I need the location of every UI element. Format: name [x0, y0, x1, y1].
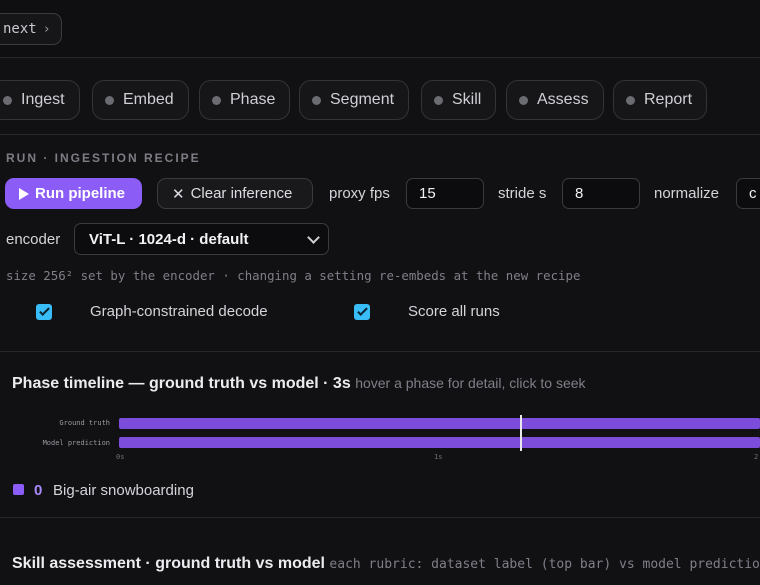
ground-truth-phase-bar[interactable]	[119, 418, 760, 429]
tab-embed[interactable]: Embed	[92, 80, 189, 120]
graph-decode-label: Graph-constrained decode	[90, 303, 268, 320]
timeline-subtitle: hover a phase for detail, click to seek	[355, 375, 586, 391]
legend-swatch	[13, 484, 24, 495]
normalize-select[interactable]: c	[736, 178, 760, 209]
proxy-fps-input[interactable]: 15	[406, 178, 484, 209]
tab-label: Ingest	[21, 91, 65, 108]
skill-subtitle: each rubric: dataset label (top bar) vs …	[329, 557, 760, 572]
timeline-title: Phase timeline — ground truth vs model ·…	[12, 375, 586, 393]
close-icon: ✕	[172, 185, 185, 203]
skill-title: Skill assessment · ground truth vs model…	[12, 555, 760, 573]
ingestion-recipe-panel: RUN · INGESTION RECIPE Run pipeline ✕ Cl…	[0, 136, 760, 352]
tab-label: Embed	[123, 91, 174, 108]
checkmark-icon	[38, 305, 50, 316]
status-dot-icon	[105, 95, 114, 105]
tab-label: Report	[644, 91, 693, 108]
next-label: next	[3, 21, 37, 37]
section-label: RUN · INGESTION RECIPE	[6, 151, 201, 165]
status-dot-icon	[212, 95, 221, 105]
legend-index: 0	[34, 482, 43, 499]
legend-phase-name: Big-air snowboarding	[53, 482, 194, 499]
play-icon	[19, 187, 29, 200]
encoder-select[interactable]: ViT-L · 1024-d · default	[74, 223, 329, 255]
axis-tick: 1s	[434, 453, 443, 461]
score-all-label: Score all runs	[408, 303, 500, 320]
skill-heading: Skill assessment · ground truth vs model	[12, 555, 325, 572]
tab-report[interactable]: Report	[613, 80, 708, 120]
axis-tick: 0s	[116, 453, 125, 461]
skill-assessment-panel: Skill assessment · ground truth vs model…	[0, 519, 760, 585]
top-bar: next ›	[0, 0, 760, 58]
model-prediction-phase-bar[interactable]	[119, 437, 760, 448]
normalize-value: c	[749, 185, 757, 202]
score-all-checkbox[interactable]	[354, 304, 370, 320]
checkmark-icon	[356, 305, 368, 316]
phase-timeline-panel: Phase timeline — ground truth vs model ·…	[0, 353, 760, 518]
encoder-hint: size 256² set by the encoder · changing …	[6, 268, 581, 283]
timeline-heading: Phase timeline — ground truth vs model ·…	[12, 375, 351, 392]
status-dot-icon	[626, 95, 635, 105]
clear-inference-button[interactable]: ✕ Clear inference	[157, 178, 313, 209]
tab-segment[interactable]: Segment	[299, 80, 410, 120]
encoder-value: ViT-L · 1024-d · default	[89, 230, 249, 248]
track-label-ground-truth: Ground truth	[59, 419, 110, 427]
playhead-cursor[interactable]	[520, 415, 522, 451]
stride-value: 8	[575, 185, 584, 202]
status-dot-icon	[312, 95, 321, 105]
normalize-label: normalize	[654, 185, 720, 202]
proxy-fps-value: 15	[419, 185, 436, 202]
track-label-model-prediction: Model prediction	[42, 439, 110, 447]
status-dot-icon	[519, 95, 528, 105]
tab-label: Skill	[452, 91, 482, 108]
status-dot-icon	[3, 95, 12, 105]
stride-input[interactable]: 8	[562, 178, 640, 209]
axis-tick: 2	[754, 453, 759, 461]
encoder-label: encoder	[6, 231, 61, 248]
proxy-fps-label: proxy fps	[329, 185, 390, 202]
tab-label: Phase	[230, 91, 276, 108]
chevron-right-icon: ›	[42, 21, 51, 37]
tab-phase[interactable]: Phase	[199, 80, 291, 120]
tab-ingest[interactable]: Ingest	[0, 80, 80, 120]
tab-label: Assess	[537, 91, 589, 108]
pipeline-tabs: Ingest Embed Phase Segment Skill Assess …	[0, 59, 760, 135]
chevron-down-icon	[307, 231, 320, 244]
clear-inference-label: Clear inference	[190, 185, 293, 202]
status-dot-icon	[434, 95, 443, 105]
app-page: next › Ingest Embed Phase Segment Skill …	[0, 0, 760, 585]
tab-skill[interactable]: Skill	[421, 80, 497, 120]
next-button[interactable]: next ›	[0, 13, 62, 45]
graph-decode-checkbox[interactable]	[36, 304, 52, 320]
run-pipeline-button[interactable]: Run pipeline	[5, 178, 142, 209]
run-pipeline-label: Run pipeline	[35, 185, 125, 202]
tab-label: Segment	[330, 91, 395, 108]
tab-assess[interactable]: Assess	[506, 80, 604, 120]
stride-label: stride s	[498, 185, 547, 202]
